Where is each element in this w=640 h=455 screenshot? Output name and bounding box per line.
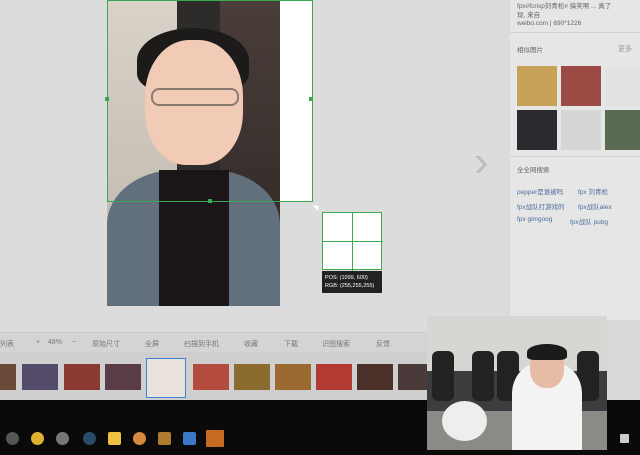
similar-thumb-6[interactable] — [605, 110, 640, 150]
film-thumb[interactable] — [193, 364, 229, 390]
volume-icon[interactable] — [620, 434, 629, 443]
app2-icon[interactable] — [206, 430, 224, 447]
thumbnail-filmstrip — [0, 352, 430, 400]
web-search-heading: 全全网搜索 — [517, 167, 550, 174]
magnifier-pos: POS: (1099, 600) — [325, 275, 368, 281]
divider — [510, 32, 640, 33]
webcam-plush-toy — [442, 401, 487, 441]
zoom-in-button[interactable]: + — [36, 339, 40, 346]
film-thumb[interactable] — [234, 364, 270, 390]
similar-search-button[interactable]: 识图搜索 — [322, 339, 350, 349]
right-sidebar: fpx#fcrisp刘青松# 搞笑啊 ... 真了 现, 来自 weibo.co… — [510, 0, 640, 320]
list-button[interactable]: 列表 — [0, 339, 14, 349]
search-tag[interactable]: fpx战队打游戏的 — [517, 201, 565, 211]
webcam-chair — [472, 351, 494, 401]
film-thumb[interactable] — [316, 364, 352, 390]
sidebar-source: weibo.com | 690*1226 — [517, 20, 582, 27]
download-button[interactable]: 下载 — [284, 339, 298, 349]
search-tag[interactable]: fpx战队 pubg — [570, 216, 608, 226]
film-thumb[interactable] — [357, 364, 393, 390]
viewer-toolbar: 列表 + 48% − 原始尺寸 全屏 扫描到手机 收藏 下载 识图搜索 反馈 — [0, 332, 430, 352]
magnifier-rgb: RGB: (255,255,255) — [325, 283, 375, 289]
send-to-phone-button[interactable]: 扫描到手机 — [184, 339, 219, 349]
film-thumb[interactable] — [0, 364, 16, 390]
selection-handle-right[interactable] — [309, 97, 313, 101]
divider — [510, 156, 640, 157]
similar-thumb-3[interactable] — [605, 66, 640, 106]
game-icon[interactable] — [56, 432, 69, 445]
film-thumb[interactable] — [275, 364, 311, 390]
selection-handle-bottom[interactable] — [208, 199, 212, 203]
film-thumb-selected[interactable] — [146, 358, 186, 398]
film-thumb[interactable] — [398, 364, 430, 390]
search-tag[interactable]: pepper是谁被吗 — [517, 186, 563, 196]
search-tag[interactable]: fpx gimgoog — [517, 216, 552, 223]
fullscreen-button[interactable]: 全屏 — [145, 339, 159, 349]
similar-thumb-4[interactable] — [517, 110, 557, 150]
webcam-chair — [432, 351, 454, 401]
original-size-button[interactable]: 原始尺寸 — [92, 339, 120, 349]
similar-more-link[interactable]: 更多 — [618, 44, 632, 54]
similar-thumb-5[interactable] — [561, 110, 601, 150]
search-tag[interactable]: fpx战队alex — [578, 201, 612, 211]
selection-handle-left[interactable] — [105, 97, 109, 101]
zoom-value: 48% — [48, 339, 63, 346]
film-thumb[interactable] — [22, 364, 58, 390]
film-thumb[interactable] — [64, 364, 100, 390]
zoom-out-button[interactable]: − — [72, 339, 76, 346]
image-viewer: › POS: (1099, 600) RGB: (255,255,255) — [0, 0, 510, 332]
film-thumb[interactable] — [105, 364, 141, 390]
magnifier-crosshair-v — [352, 213, 353, 271]
feedback-button[interactable]: 反馈 — [376, 339, 390, 349]
game2-icon[interactable] — [158, 432, 171, 445]
magnifier-crosshair-h — [323, 241, 383, 242]
color-picker-magnifier — [322, 212, 383, 271]
character-icon[interactable] — [133, 432, 146, 445]
next-image-arrow-icon[interactable]: › — [474, 140, 502, 184]
favorite-button[interactable]: 收藏 — [244, 339, 258, 349]
steam-icon[interactable] — [83, 432, 96, 445]
sidebar-title-line2[interactable]: 现, 来自 — [517, 9, 540, 19]
selection-box[interactable] — [107, 0, 313, 202]
mouse-cursor-icon — [312, 202, 322, 212]
webcam-overlay — [427, 316, 607, 450]
settings-icon[interactable] — [6, 432, 19, 445]
webcam-person-hair — [527, 344, 567, 360]
similar-thumb-2[interactable] — [561, 66, 601, 106]
media-icon[interactable] — [183, 432, 196, 445]
magnifier-info: POS: (1099, 600) RGB: (255,255,255) — [322, 271, 382, 293]
search-tag[interactable]: fpx 刘青松 — [578, 186, 608, 196]
similar-thumb-1[interactable] — [517, 66, 557, 106]
browser-icon[interactable] — [31, 432, 44, 445]
similar-images-heading: 相似图片 — [517, 47, 543, 54]
app-icon[interactable] — [108, 432, 121, 445]
